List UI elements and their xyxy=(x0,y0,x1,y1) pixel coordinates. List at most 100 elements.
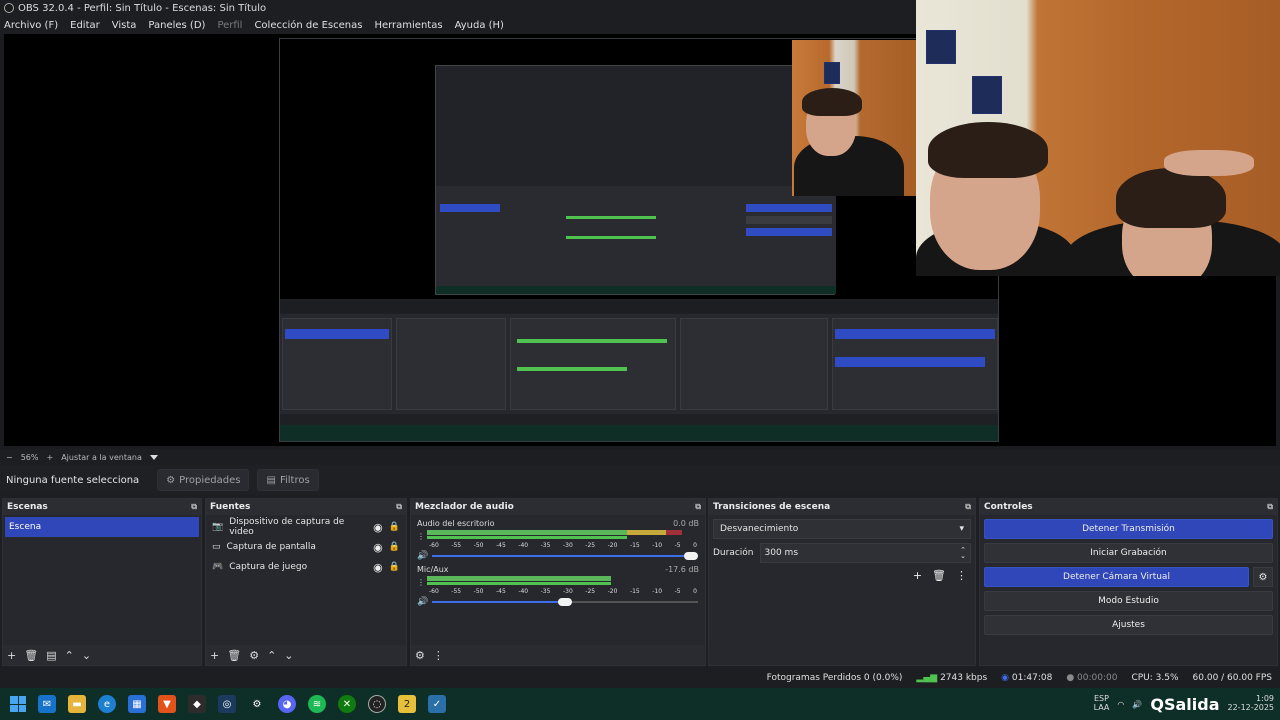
menu-archivo[interactable]: Archivo (F) xyxy=(4,20,58,31)
source-item[interactable]: ▭ Captura de pantalla ◉ 🔒 xyxy=(206,537,406,557)
spin-arrows-icon[interactable]: ⌃ ⌄ xyxy=(960,546,966,559)
source-properties-gear-icon[interactable]: ⚙ xyxy=(249,649,259,662)
preview-area[interactable] xyxy=(0,0,1280,449)
scenes-header: Escenas ⧉ xyxy=(3,499,201,515)
start-recording-button[interactable]: Iniciar Grabación xyxy=(984,543,1273,563)
channel-header: Mic/Aux -17.6 dB xyxy=(417,565,699,574)
transition-menu-icon[interactable]: ⋮ xyxy=(956,569,967,582)
move-up-icon[interactable]: ⌃ xyxy=(267,649,276,662)
volume-slider[interactable] xyxy=(432,551,699,561)
steam-vr-icon[interactable]: ✓ xyxy=(428,695,446,713)
remove-source-icon[interactable]: 🗑 xyxy=(227,649,241,662)
add-scene-icon[interactable]: + xyxy=(7,649,16,662)
stop-virtual-camera-button[interactable]: Detener Cámara Virtual xyxy=(984,567,1249,587)
studio-mode-button[interactable]: Modo Estudio xyxy=(984,591,1273,611)
duration-spinbox[interactable]: 300 ms ⌃ ⌄ xyxy=(759,543,971,563)
menu-ayuda[interactable]: Ayuda (H) xyxy=(455,20,504,31)
tick-label: 0 xyxy=(693,588,697,595)
menu-paneles[interactable]: Paneles (D) xyxy=(148,20,205,31)
visibility-eye-icon[interactable]: ◉ xyxy=(373,541,383,554)
sources-toolbar: + 🗑 ⚙ ⌃ ⌄ xyxy=(206,645,406,665)
settings-gear-icon[interactable]: ⚙ xyxy=(248,695,266,713)
steam-icon[interactable]: ◎ xyxy=(218,695,236,713)
more-options-icon[interactable]: ⋮ xyxy=(433,649,444,662)
windows-taskbar: ✉ ▬ e ▦ ▼ ◆ ◎ ⚙ ◕ ≋ ✕ ◌ 2 ✓ ESP LAA ◠ 🔊 … xyxy=(0,688,1280,720)
undock-icon[interactable]: ⧉ xyxy=(396,502,402,512)
move-down-icon[interactable]: ⌄ xyxy=(82,649,91,662)
visibility-eye-icon[interactable]: ◉ xyxy=(373,561,383,574)
epic-games-icon[interactable]: ◆ xyxy=(188,695,206,713)
outlook-icon[interactable]: ✉ xyxy=(38,695,56,713)
store-icon[interactable]: ▦ xyxy=(128,695,146,713)
menu-editar[interactable]: Editar xyxy=(70,20,100,31)
add-source-icon[interactable]: + xyxy=(210,649,219,662)
tick-label: -25 xyxy=(585,542,596,549)
xbox-icon[interactable]: ✕ xyxy=(338,695,356,713)
record-time: 00:00:00 xyxy=(1077,673,1118,683)
move-up-icon[interactable]: ⌃ xyxy=(65,649,74,662)
advanced-audio-icon[interactable]: ⚙ xyxy=(415,649,425,662)
virtual-camera-gear-icon[interactable]: ⚙ xyxy=(1253,567,1273,587)
zoom-out-button[interactable]: − xyxy=(6,453,13,462)
audio-mixer-dock: Mezclador de audio ⧉ Audio del escritori… xyxy=(410,498,706,666)
remove-scene-icon[interactable]: 🗑 xyxy=(24,649,38,662)
transition-selected: Desvanecimiento xyxy=(720,524,799,534)
speaker-icon[interactable]: 🔊 xyxy=(417,551,428,561)
undock-icon[interactable]: ⧉ xyxy=(191,502,197,512)
source-label: Captura de pantalla xyxy=(226,542,316,552)
source-item[interactable]: 📷 Dispositivo de captura de video ◉ 🔒 xyxy=(206,517,406,537)
menu-herramientas[interactable]: Herramientas xyxy=(374,20,442,31)
chevron-down-icon[interactable] xyxy=(149,454,158,460)
edge-icon[interactable]: e xyxy=(98,695,116,713)
lock-icon[interactable]: 🔒 xyxy=(389,522,400,532)
lock-icon[interactable]: 🔒 xyxy=(389,542,400,552)
volume-icon[interactable]: 🔊 xyxy=(1132,700,1142,709)
menu-perfil[interactable]: Perfil xyxy=(217,20,242,31)
wifi-icon[interactable]: ◠ xyxy=(1117,700,1124,709)
volume-slider[interactable] xyxy=(432,597,699,607)
slider-knob[interactable] xyxy=(684,552,699,560)
windows-start-icon[interactable] xyxy=(10,696,26,712)
tick-label: -45 xyxy=(495,588,506,595)
menu-vista[interactable]: Vista xyxy=(112,20,137,31)
channel-menu-icon[interactable]: ⋮ xyxy=(417,578,425,587)
discord-icon[interactable]: ◕ xyxy=(278,695,296,713)
speaker-icon[interactable]: 🔊 xyxy=(417,597,428,607)
visibility-eye-icon[interactable]: ◉ xyxy=(373,521,383,534)
channel-name: Mic/Aux xyxy=(417,565,449,574)
channel-menu-icon[interactable]: ⋮ xyxy=(417,532,425,541)
add-transition-icon[interactable]: + xyxy=(913,569,922,582)
undock-icon[interactable]: ⧉ xyxy=(965,502,971,512)
nested-inner-capture xyxy=(435,65,836,295)
move-down-icon[interactable]: ⌄ xyxy=(284,649,293,662)
stop-streaming-button[interactable]: Detener Transmisión xyxy=(984,519,1273,539)
source-item[interactable]: 🎮 Captura de juego ◉ 🔒 xyxy=(206,557,406,577)
filters-label: Filtros xyxy=(279,474,310,486)
language-indicator[interactable]: ESP LAA xyxy=(1094,694,1110,713)
meter-yellow-segment xyxy=(626,530,667,535)
scene-list-item[interactable]: Escena xyxy=(5,517,199,537)
settings-button[interactable]: Ajustes xyxy=(984,615,1273,635)
properties-button[interactable]: ⚙ Propiedades xyxy=(157,469,250,491)
spotify-icon[interactable]: ≋ xyxy=(308,695,326,713)
obs-logo-icon xyxy=(4,3,14,13)
menu-coleccion-escenas[interactable]: Colección de Escenas xyxy=(254,20,362,31)
filters-button[interactable]: ▤ Filtros xyxy=(257,469,319,491)
source-label: Dispositivo de captura de video xyxy=(229,517,345,537)
file-explorer-icon[interactable]: ▬ xyxy=(68,695,86,713)
slider-knob[interactable] xyxy=(558,598,573,606)
transition-select[interactable]: Desvanecimiento ▾ xyxy=(713,519,971,539)
scene-filters-icon[interactable]: ▤ xyxy=(46,649,56,662)
gear-icon: ⚙ xyxy=(166,474,176,486)
system-clock[interactable]: 1:09 22-12-2025 xyxy=(1228,694,1275,713)
notes-icon[interactable]: 2 xyxy=(398,695,416,713)
brave-icon[interactable]: ▼ xyxy=(158,695,176,713)
obs-taskbar-icon[interactable]: ◌ xyxy=(368,695,386,713)
undock-icon[interactable]: ⧉ xyxy=(1267,502,1273,512)
tick-label: -20 xyxy=(607,542,618,549)
fit-to-window-label[interactable]: Ajustar a la ventana xyxy=(61,453,142,462)
lock-icon[interactable]: 🔒 xyxy=(389,562,400,572)
undock-icon[interactable]: ⧉ xyxy=(695,502,701,512)
zoom-in-button[interactable]: + xyxy=(46,453,53,462)
remove-transition-icon[interactable]: 🗑 xyxy=(932,569,946,582)
